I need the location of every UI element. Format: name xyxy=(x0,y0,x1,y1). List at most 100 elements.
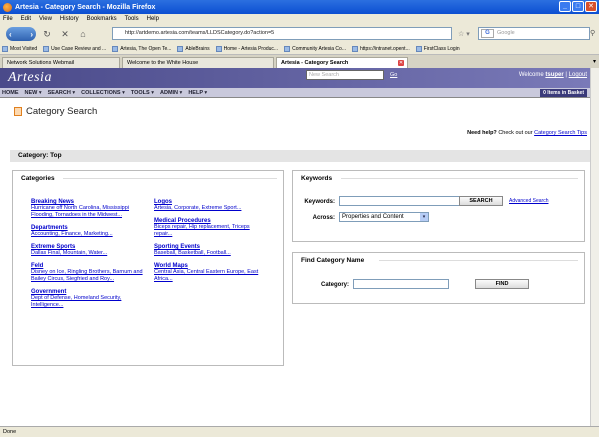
new-search-input[interactable]: New Search xyxy=(306,70,384,80)
subcategory-links[interactable]: Central Asia, Central Eastern Europe, Ea… xyxy=(154,269,269,283)
panel-divider xyxy=(63,178,277,179)
subcategory-links[interactable]: Accounting, Finance, Marketing... xyxy=(31,231,146,238)
close-button[interactable]: ✕ xyxy=(585,1,597,12)
category-item: Logos Artesia, Corporate, Extreme Sport.… xyxy=(154,199,269,212)
magnifier-icon[interactable]: ⚲ xyxy=(590,29,595,37)
stop-icon[interactable]: ✕ xyxy=(58,27,72,41)
category-item: World Maps Central Asia, Central Eastern… xyxy=(154,263,269,283)
go-link[interactable]: Go xyxy=(390,72,397,78)
window-title-bar: Artesia - Category Search - Mozilla Fire… xyxy=(0,0,599,14)
category-breadcrumb: Category: Top xyxy=(10,150,590,162)
dropdown-arrow-icon[interactable]: ▾ xyxy=(420,213,428,221)
minimize-button[interactable]: _ xyxy=(559,1,571,12)
page-scrollbar[interactable] xyxy=(590,68,599,426)
menu-help[interactable]: Help xyxy=(147,16,159,22)
across-select[interactable]: Properties and Content ▾ xyxy=(339,212,429,222)
menu-view[interactable]: View xyxy=(39,16,52,22)
menu-bookmarks[interactable]: Bookmarks xyxy=(87,16,117,22)
panel-divider xyxy=(341,178,578,179)
logout-link[interactable]: Logout xyxy=(569,72,587,78)
nav-help[interactable]: HELP ▾ xyxy=(188,90,207,96)
tab-close-icon[interactable]: ✕ xyxy=(398,60,404,66)
browser-search-box[interactable]: G Google xyxy=(478,27,590,40)
url-bar[interactable]: http://artdemo.artesia.com/teams/LLDSCat… xyxy=(112,27,452,40)
folder-icon xyxy=(14,107,22,116)
bookmark-item[interactable]: FirstClass Login xyxy=(415,46,460,52)
across-selected-value: Properties and Content xyxy=(342,214,404,220)
panel-divider xyxy=(379,260,578,261)
category-item: Breaking News Hurricane off North Caroli… xyxy=(31,199,146,219)
tab-list-icon[interactable]: ▾ xyxy=(593,58,596,65)
artesia-logo[interactable]: Artesia xyxy=(8,70,52,86)
bookmark-item[interactable]: Home - Artesia Produc... xyxy=(215,46,278,52)
category-item: Feld Disney on Ice, Ringling Brothers, B… xyxy=(31,263,146,283)
keywords-input[interactable] xyxy=(339,196,465,206)
subcategory-links[interactable]: Biceps repair, Hip replacement, Triceps … xyxy=(154,224,269,238)
browser-search-placeholder: Google xyxy=(497,30,515,36)
back-forward-buttons[interactable]: ‹ › xyxy=(6,27,36,41)
subcategory-links[interactable]: Baseball, Basketball, Football... xyxy=(154,250,269,257)
bookmark-item[interactable]: Community Artesia Co... xyxy=(284,46,346,52)
category-search-tips-link[interactable]: Category Search Tips xyxy=(534,130,587,136)
nav-admin[interactable]: ADMIN ▾ xyxy=(160,90,182,96)
nav-home[interactable]: HOME xyxy=(2,90,19,96)
subcategory-links[interactable]: Disney on Ice, Ringling Brothers, Barnum… xyxy=(31,269,146,283)
category-label: Category: xyxy=(320,282,349,288)
username-link[interactable]: tsuper xyxy=(545,72,563,78)
bookmark-icon xyxy=(177,46,184,52)
bookmark-item[interactable]: AbleBrains xyxy=(177,46,210,52)
tab-white-house[interactable]: Welcome to the White House xyxy=(122,57,274,68)
nav-collections[interactable]: COLLECTIONS ▾ xyxy=(81,90,125,96)
across-label: Across: xyxy=(312,215,335,221)
advanced-search-link[interactable]: Advanced Search xyxy=(509,198,548,204)
page-content: Artesia New Search Go Welcome tsuper | L… xyxy=(0,68,590,426)
basket-indicator[interactable]: 0 Items in Basket xyxy=(540,89,587,97)
search-button[interactable]: SEARCH xyxy=(459,196,503,206)
subcategory-links[interactable]: Hurricane off North Carolina, Mississipp… xyxy=(31,205,146,219)
bookmark-icon xyxy=(415,46,422,52)
subcategory-links[interactable]: Artesia, Corporate, Extreme Sport... xyxy=(154,205,269,212)
tab-webmail[interactable]: Network Solutions Webmail xyxy=(2,57,120,68)
bookmarks-toolbar: Most Visited Use Case Review and ... Art… xyxy=(0,44,599,55)
bookmark-icon xyxy=(2,46,8,52)
bookmark-item[interactable]: Use Case Review and ... xyxy=(43,46,106,52)
firefox-icon xyxy=(3,2,12,12)
back-arrow-icon[interactable]: ‹ xyxy=(9,30,12,39)
categories-left-column: Breaking News Hurricane off North Caroli… xyxy=(31,199,146,315)
menu-tools[interactable]: Tools xyxy=(125,16,139,22)
menu-edit[interactable]: Edit xyxy=(21,16,31,22)
subcategory-links[interactable]: Dallas Final, Mountain, Water... xyxy=(31,250,146,257)
category-item: Extreme Sports Dallas Final, Mountain, W… xyxy=(31,244,146,257)
keywords-title: Keywords xyxy=(301,175,333,182)
menu-history[interactable]: History xyxy=(60,16,79,22)
menu-file[interactable]: File xyxy=(3,16,13,22)
tab-label: Artesia - Category Search xyxy=(281,60,349,66)
nav-new[interactable]: NEW ▾ xyxy=(25,90,42,96)
bookmark-item[interactable]: Most Visited xyxy=(2,46,37,52)
nav-search[interactable]: SEARCH ▾ xyxy=(48,90,76,96)
tab-label: Welcome to the White House xyxy=(127,60,199,66)
categories-panel: Categories Breaking News Hurricane off N… xyxy=(12,170,284,366)
category-name-input[interactable] xyxy=(353,279,449,289)
reload-icon[interactable]: ↻ xyxy=(40,27,54,41)
category-item: Sporting Events Baseball, Basketball, Fo… xyxy=(154,244,269,257)
bookmark-icon xyxy=(215,46,222,52)
page-title-text: Category Search xyxy=(26,106,98,117)
bookmark-star-icon[interactable]: ☆ ▾ xyxy=(458,30,470,38)
bookmark-icon xyxy=(351,46,358,52)
bookmark-icon xyxy=(43,46,50,52)
bookmark-item[interactable]: Artesia, The Open Te... xyxy=(112,46,171,52)
maximize-button[interactable]: □ xyxy=(572,1,584,12)
tab-category-search[interactable]: Artesia - Category Search ✕ xyxy=(276,57,408,68)
nav-tools[interactable]: TOOLS ▾ xyxy=(131,90,154,96)
forward-arrow-icon[interactable]: › xyxy=(30,30,33,39)
google-engine-icon[interactable]: G xyxy=(481,29,494,38)
home-icon[interactable]: ⌂ xyxy=(76,27,90,41)
bookmark-icon xyxy=(112,46,119,52)
tab-strip: Network Solutions Webmail Welcome to the… xyxy=(0,55,599,68)
status-bar: Done xyxy=(0,426,599,437)
subcategory-links[interactable]: Dept of Defense, Homeland Security, Inte… xyxy=(31,295,146,309)
bookmark-item[interactable]: https://intranet.opent... xyxy=(351,46,410,52)
find-button[interactable]: FIND xyxy=(475,279,529,289)
window-title: Artesia - Category Search - Mozilla Fire… xyxy=(15,3,156,11)
